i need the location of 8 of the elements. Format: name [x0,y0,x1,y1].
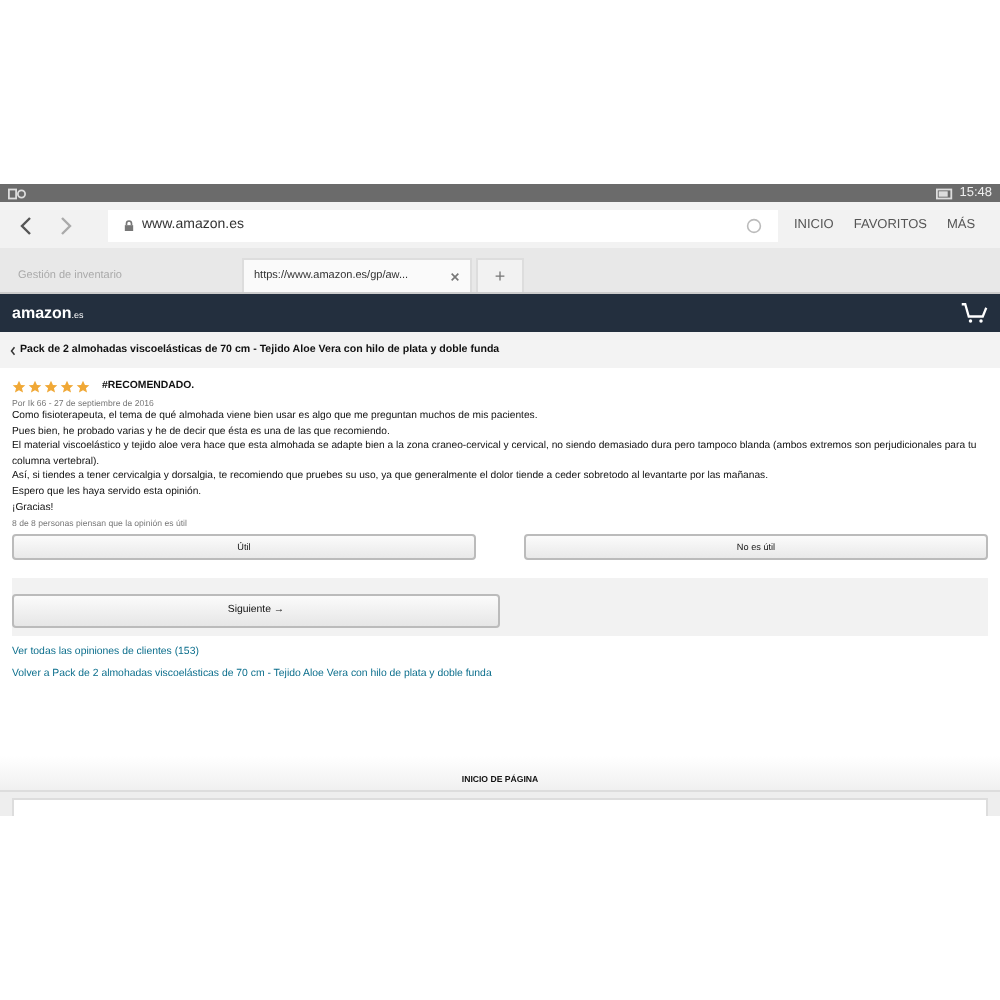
back-chevron-icon [10,345,16,355]
close-icon[interactable] [450,271,460,281]
cart-icon[interactable] [960,302,988,324]
new-tab-button[interactable]: + [476,258,524,292]
battery-icon [935,187,954,199]
lock-icon [124,219,134,231]
notification-icon [8,187,26,199]
back-icon[interactable] [20,215,32,235]
